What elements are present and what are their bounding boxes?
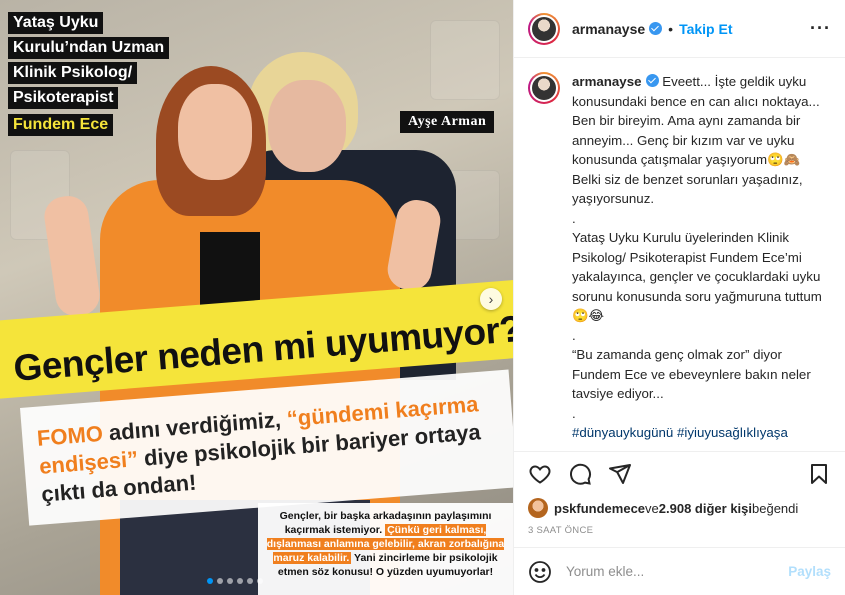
- image-caption-line: Psikoterapist: [8, 87, 119, 109]
- post-comment-button[interactable]: Paylaş: [788, 564, 831, 579]
- carousel-dot: [247, 578, 253, 584]
- caption-text: Eveett... İşte geldik uyku konusundaki b…: [572, 74, 822, 421]
- woman-back-face: [268, 80, 346, 172]
- follow-button[interactable]: Takip Et: [679, 21, 732, 37]
- woman-front-arm: [41, 193, 103, 319]
- likes-connector: ve: [645, 500, 659, 516]
- carousel-dot: [207, 578, 213, 584]
- image-quote-box: Gençler, bir başka arkadaşının paylaşımı…: [258, 503, 513, 595]
- emoji-smiley-icon[interactable]: [528, 560, 552, 584]
- avatar-image: [532, 76, 556, 100]
- carousel-dot: [257, 578, 263, 584]
- avatar-image: [532, 16, 556, 41]
- likes-suffix: beğendi: [752, 500, 799, 516]
- image-caption-name: Fundem Ece: [8, 114, 114, 136]
- carousel-dot: [237, 578, 243, 584]
- carousel-next-icon[interactable]: ›: [480, 288, 502, 310]
- post-timestamp[interactable]: 3 SAAT ÖNCE: [514, 521, 845, 547]
- like-heart-icon[interactable]: [528, 462, 552, 486]
- avatar[interactable]: [528, 12, 560, 45]
- post-image[interactable]: Yataş Uyku Kurulu’ndan Uzman Klinik Psik…: [0, 0, 513, 595]
- image-caption-line: Kurulu’ndan Uzman: [8, 37, 170, 59]
- caption-section: armanayse Eveett... İşte geldik uyku kon…: [514, 58, 845, 451]
- add-comment-bar: Paylaş: [514, 547, 845, 595]
- verified-badge-icon: [645, 74, 659, 87]
- avatar[interactable]: [528, 72, 560, 104]
- caption-body: armanayse Eveett... İşte geldik uyku kon…: [572, 72, 822, 451]
- liker-username[interactable]: pskfundemece: [554, 501, 645, 516]
- separator-dot: •: [668, 20, 674, 37]
- comment-input[interactable]: [566, 564, 789, 579]
- carousel-dot: [217, 578, 223, 584]
- comment-bubble-icon[interactable]: [568, 462, 592, 486]
- caption-username[interactable]: armanayse: [572, 74, 642, 89]
- woman-front-face: [178, 84, 252, 180]
- instagram-post: Yataş Uyku Kurulu’ndan Uzman Klinik Psik…: [0, 0, 845, 595]
- carousel-dot: [227, 578, 233, 584]
- verified-badge-icon: [649, 22, 663, 35]
- image-caption-line: Klinik Psikolog/: [8, 62, 138, 84]
- subheadline-fomo: FOMO: [36, 420, 104, 451]
- post-sidebar: armanayse • Takip Et ··· armanayse Eveet…: [513, 0, 845, 595]
- share-paper-plane-icon[interactable]: [608, 462, 632, 486]
- action-bar: [514, 451, 845, 495]
- carousel-dots: [207, 578, 263, 584]
- header-username[interactable]: armanayse: [572, 21, 645, 37]
- save-bookmark-icon[interactable]: [807, 462, 831, 486]
- post-header: armanayse • Takip Et ···: [514, 0, 845, 58]
- likes-count[interactable]: 2.908 diğer kişi: [659, 501, 752, 516]
- image-caption-line: Yataş Uyku: [8, 12, 104, 34]
- caption-hashtags[interactable]: #dünyauykugünü #iyiuyusağlıklıyaşa: [572, 423, 822, 443]
- likes-summary: pskfundemece ve 2.908 diğer kişi beğendi: [514, 495, 845, 521]
- author-name-tag: Ayşe Arman: [400, 111, 495, 133]
- wall-stone: [430, 20, 500, 100]
- liker-avatar[interactable]: [528, 498, 548, 518]
- more-options-icon[interactable]: ···: [810, 18, 831, 39]
